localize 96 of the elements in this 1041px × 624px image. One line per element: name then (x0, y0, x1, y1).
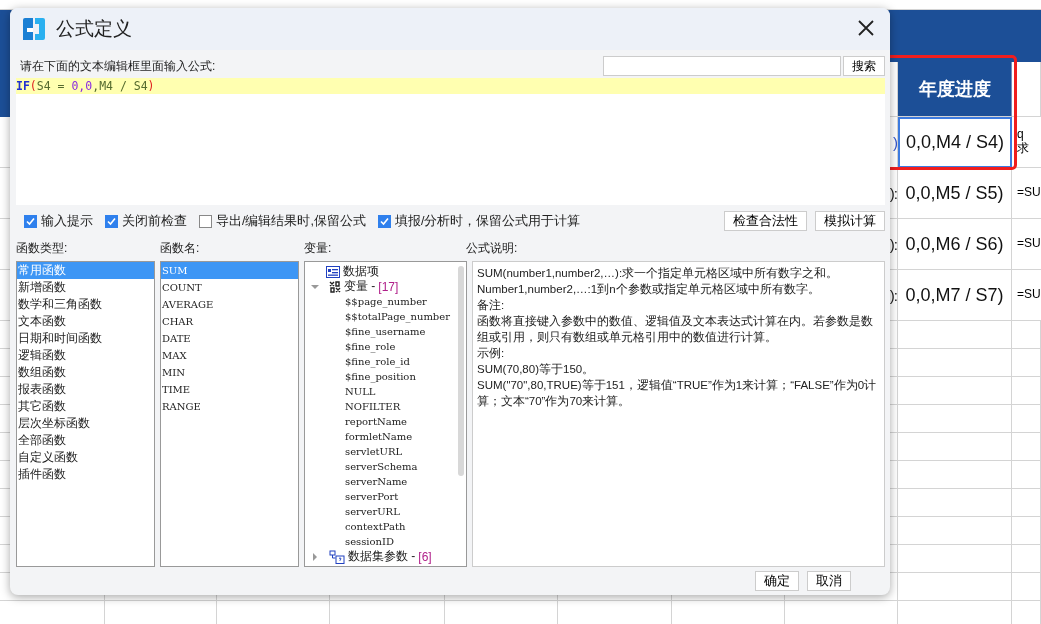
count-label: [17] (378, 279, 399, 294)
table-cell (1012, 545, 1041, 573)
scrollbar[interactable] (458, 266, 464, 476)
table-cell: =SU (1012, 219, 1041, 270)
table-cell: =SU (1012, 270, 1041, 321)
description-text: SUM("70",80,TRUE)等于151，逻辑值“TRUE”作为1来计算；“FALSE”作为0计算；文本“70”作为70来计算。 (477, 378, 878, 409)
list-item[interactable]: 插件函数 (17, 466, 154, 483)
list-item[interactable]: 自定义函数 (17, 449, 154, 466)
list-item[interactable]: 数学和三角函数 (17, 296, 154, 313)
action-button[interactable]: 检查合法性 (724, 211, 807, 231)
formula-editor[interactable]: IF(S4 = 0,0,M4 / S4) (16, 78, 885, 205)
list-item[interactable]: 全部函数 (17, 432, 154, 449)
table-cell: =SU (1012, 168, 1041, 219)
list-icon (326, 265, 340, 278)
tree-item[interactable]: reportName (305, 414, 466, 429)
checkbox[interactable] (199, 214, 212, 228)
panel-label: 公式说明: (466, 240, 518, 257)
tree-item[interactable]: NOFILTER (305, 399, 466, 414)
list-item[interactable]: 文本函数 (17, 313, 154, 330)
prompt-label: 请在下面的文本编辑框里面输入公式: (19, 57, 217, 75)
table-cell (1012, 321, 1041, 349)
table-cell (1012, 377, 1041, 405)
tree-item[interactable]: serverPort (305, 489, 466, 504)
list-item[interactable]: 报表函数 (17, 381, 154, 398)
description-text: 示例: (477, 346, 506, 361)
table-cell: 0,0,M5 / S5) (898, 168, 1012, 219)
panel-label: 变量: (304, 240, 333, 257)
logo-icon (22, 17, 46, 41)
table-cell: 0,0,M4 / S4) (898, 117, 1012, 168)
tree-item[interactable]: servletURL (305, 444, 466, 459)
panel-label: 函数类型: (16, 240, 69, 257)
tree-item[interactable]: serverSchema (305, 459, 466, 474)
search-button[interactable]: 搜索 (843, 56, 885, 76)
panel-label: 函数名: (160, 240, 201, 257)
tree-item[interactable]: sessionID (305, 534, 466, 549)
dialog-button[interactable]: 确定 (755, 571, 799, 591)
checkbox[interactable] (377, 214, 391, 228)
checkbox[interactable] (24, 214, 37, 228)
close-icon[interactable] (856, 17, 876, 38)
list-item[interactable]: 逻辑函数 (17, 347, 154, 364)
list-item[interactable]: 其它函数 (17, 398, 154, 415)
table-cell (1012, 405, 1041, 433)
tree-item[interactable]: $fine_role (305, 339, 466, 354)
search-field[interactable] (603, 56, 841, 76)
tree-item[interactable]: $fine_role_id (305, 354, 466, 369)
tree-item[interactable]: serverURL (305, 504, 466, 519)
tree-item[interactable]: 数据项 (343, 263, 379, 280)
table-cell: q 求 (1012, 117, 1041, 168)
caret-icon[interactable] (311, 282, 319, 291)
variable-icon (329, 280, 341, 293)
table-cell (1012, 461, 1041, 489)
tree-item[interactable]: 变量 - (344, 278, 376, 295)
table-cell (1012, 349, 1041, 377)
list-item[interactable]: 日期和时间函数 (17, 330, 154, 347)
list-item[interactable]: AVERAGE (161, 296, 298, 313)
checkbox-label: 关闭前检查 (122, 212, 187, 230)
tree-item[interactable]: NULL (305, 384, 466, 399)
list-item[interactable]: RANGE (161, 398, 298, 415)
list-item[interactable]: DATE (161, 330, 298, 347)
checkbox-label: 输入提示 (41, 212, 93, 230)
table-cell (1012, 573, 1041, 601)
checkbox-label: 填报/分析时，保留公式用于计算 (394, 212, 581, 230)
table-cell: 0,0,M7 / S7) (898, 270, 1012, 321)
column-header: 年度进度 (898, 62, 1012, 117)
tree-item[interactable]: $fine_position (305, 369, 466, 384)
dialog-button[interactable]: 取消 (807, 571, 851, 591)
checkbox[interactable] (105, 214, 118, 228)
window-title: 公式定义 (56, 17, 133, 41)
table-cell: 0,0,M6 / S6) (898, 219, 1012, 270)
table-cell (1012, 62, 1041, 117)
list-item[interactable]: CHAR (161, 313, 298, 330)
tree-item[interactable]: formletName (305, 429, 466, 444)
count-label: [6] (418, 549, 432, 564)
table-cell (1012, 517, 1041, 545)
action-button[interactable]: 模拟计算 (815, 211, 885, 231)
checkbox-label: 导出/编辑结果时,保留公式 (216, 212, 366, 230)
list-item[interactable]: MIN (161, 364, 298, 381)
tree-item[interactable]: $$totalPage_number (305, 309, 466, 324)
tree-item[interactable]: $fine_username (305, 324, 466, 339)
tree-item[interactable]: contextPath (305, 519, 466, 534)
list-item[interactable]: COUNT (161, 279, 298, 296)
formula-text: IF(S4 = 0,0,M4 / S4) (16, 78, 885, 94)
description-text: 备注: (477, 298, 506, 313)
table-cell (1012, 489, 1041, 517)
tree-item[interactable]: serverName (305, 474, 466, 489)
list-item[interactable]: 新增函数 (17, 279, 154, 296)
table-cell (1012, 433, 1041, 461)
description-text: SUM(70,80)等于150。 (477, 362, 596, 377)
caret-icon[interactable] (311, 552, 319, 561)
list-item[interactable]: TIME (161, 381, 298, 398)
parameter-icon (329, 549, 345, 564)
tree-item[interactable]: $$page_number (305, 294, 466, 309)
list-item[interactable]: 数组函数 (17, 364, 154, 381)
list-item[interactable]: 层次坐标函数 (17, 415, 154, 432)
list-item[interactable]: MAX (161, 347, 298, 364)
tree-item[interactable]: 数据集参数 - (348, 548, 416, 565)
